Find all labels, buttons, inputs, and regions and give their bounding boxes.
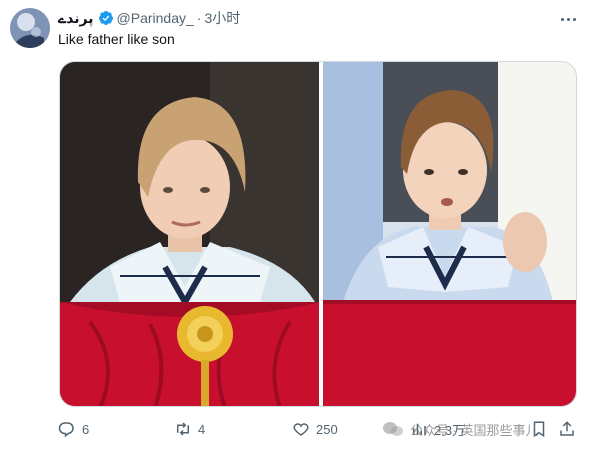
avatar-photo-icon (10, 8, 50, 48)
tweet-text: Like father like son (58, 31, 175, 47)
verified-badge-icon (98, 11, 113, 25)
retweet-icon (177, 422, 189, 436)
action-bar: 6 4 250 2.3万 (58, 417, 580, 441)
share-button[interactable] (558, 417, 582, 441)
avatar[interactable] (10, 8, 50, 48)
reply-button[interactable]: 6 (58, 417, 89, 441)
author-display-name[interactable]: پرندے (58, 10, 94, 27)
header-separator: · (196, 10, 202, 26)
heart-icon (293, 423, 309, 436)
photo-left[interactable] (60, 62, 321, 406)
more-options-button[interactable] (558, 10, 578, 28)
views-button[interactable]: 2.3万 (410, 417, 465, 441)
reply-icon (58, 422, 74, 438)
tweet-card[interactable]: پرندے @Parinday_ · 3小时 Like father like … (0, 0, 591, 451)
post-time[interactable]: 3小时 (204, 8, 240, 28)
photo-right[interactable] (323, 62, 576, 406)
reply-count: 6 (82, 421, 90, 437)
views-count: 2.3万 (434, 422, 466, 438)
more-dot-icon (572, 17, 576, 21)
like-button[interactable]: 250 (292, 417, 338, 441)
share-icon (560, 421, 574, 436)
more-dot-icon (566, 17, 570, 21)
media-grid[interactable] (59, 61, 577, 407)
like-count: 250 (316, 421, 338, 437)
bookmark-button[interactable] (530, 417, 554, 441)
bookmark-icon (533, 421, 545, 438)
views-bar-chart-icon (413, 423, 426, 435)
more-dot-icon (560, 17, 564, 21)
boy-photo-right-image (323, 62, 576, 406)
author-handle[interactable]: @Parinday_ (117, 10, 194, 26)
tweet-header: پرندے @Parinday_ · 3小时 (58, 8, 240, 28)
retweet-count: 4 (198, 421, 206, 437)
boy-photo-left-image (60, 62, 321, 406)
retweet-button[interactable]: 4 (174, 417, 205, 441)
